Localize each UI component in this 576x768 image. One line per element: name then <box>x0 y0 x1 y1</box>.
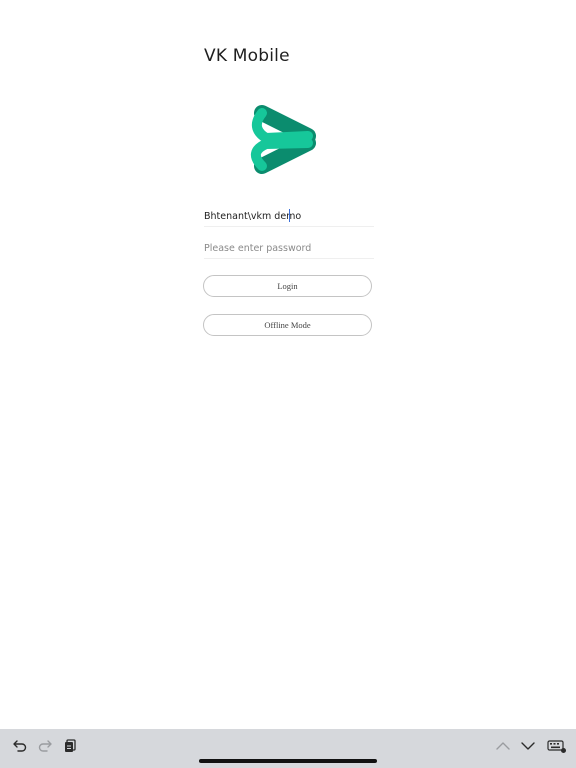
redo-icon[interactable] <box>36 737 54 755</box>
password-underline <box>204 258 374 259</box>
home-indicator[interactable] <box>199 759 377 763</box>
undo-icon[interactable] <box>11 737 29 755</box>
offline-mode-button[interactable]: Offline Mode <box>203 314 372 336</box>
username-underline <box>204 226 374 227</box>
app-title: VK Mobile <box>204 46 290 66</box>
keyboard-icon[interactable] <box>546 737 568 755</box>
chevron-up-icon[interactable] <box>494 737 512 755</box>
login-screen: VK Mobile Login Offline Mode <box>0 0 576 768</box>
password-input[interactable] <box>204 237 372 259</box>
clipboard-icon[interactable] <box>61 737 79 755</box>
vk-chevron-logo-icon <box>251 105 316 174</box>
text-caret <box>289 209 290 222</box>
username-input[interactable] <box>204 205 372 227</box>
login-button[interactable]: Login <box>203 275 372 297</box>
chevron-down-icon[interactable] <box>519 737 537 755</box>
